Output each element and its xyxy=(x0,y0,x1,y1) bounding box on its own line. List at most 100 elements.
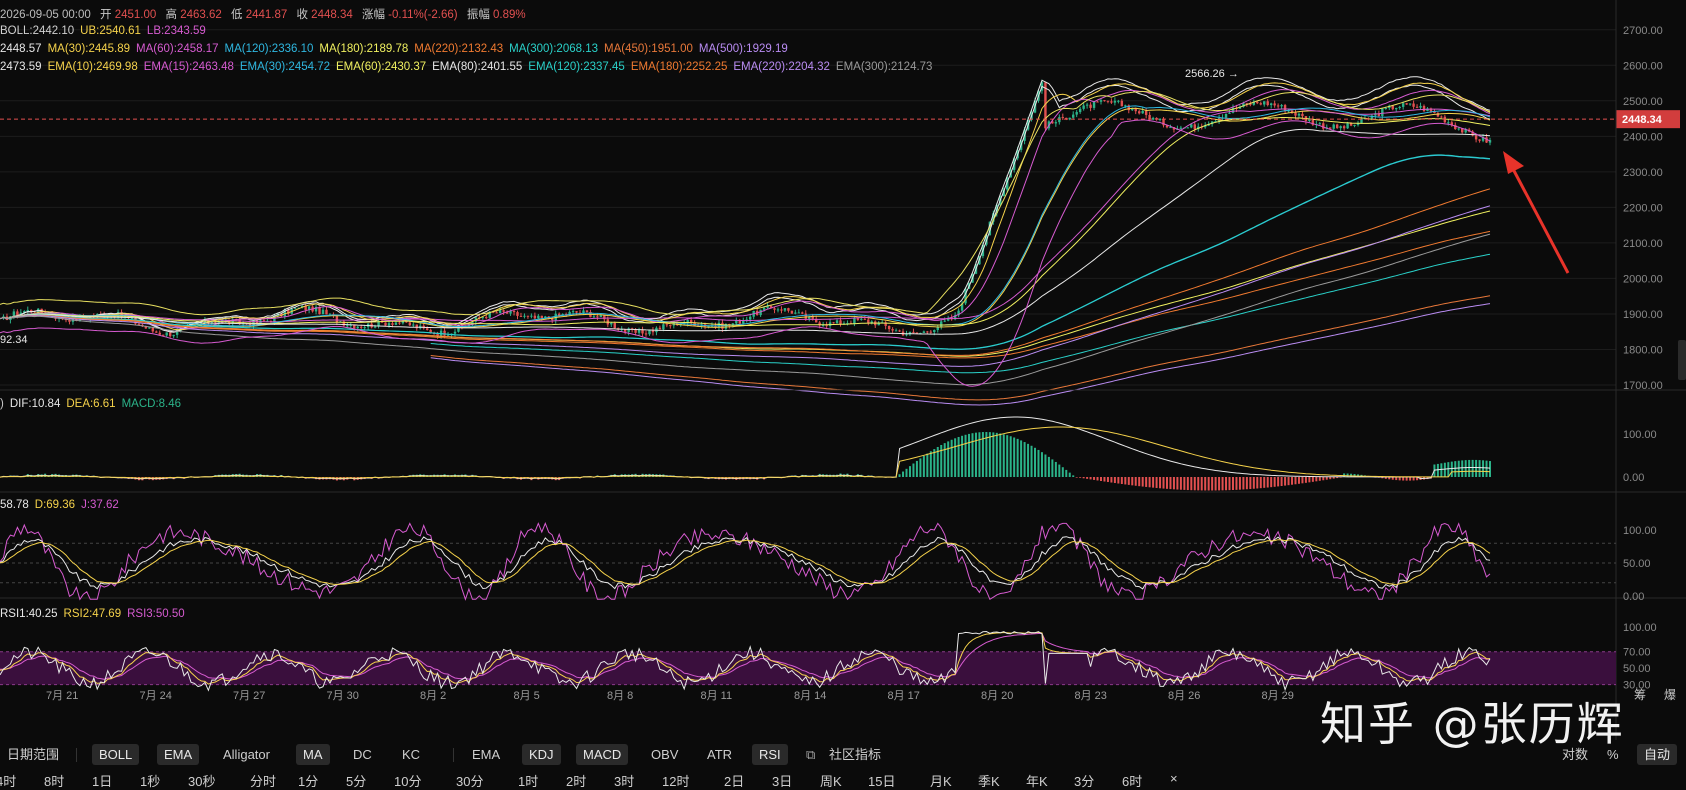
indicator-ema[interactable]: EMA xyxy=(157,744,200,765)
timeframe-item[interactable]: 1秒 xyxy=(140,771,160,790)
timeframe-item[interactable]: 12时 xyxy=(662,771,689,790)
x-tick-label: 7月 27 xyxy=(233,690,265,702)
candle-body xyxy=(1384,108,1388,110)
indicator-kc[interactable]: KC xyxy=(395,744,427,765)
candle-body xyxy=(356,326,359,329)
timeframe-item[interactable]: 15日 xyxy=(868,771,895,790)
timeframe-item[interactable]: 30秒 xyxy=(188,771,215,790)
timeframe-item[interactable]: 分时 xyxy=(250,771,276,790)
candle-body xyxy=(644,333,648,335)
indicator-alligator[interactable]: Alligator xyxy=(216,744,277,765)
kdj-legend-item: J:37.62 xyxy=(81,499,119,511)
candle-body xyxy=(1144,110,1148,115)
timeframe-item[interactable]: 3分 xyxy=(1074,771,1094,790)
timeframe-item[interactable]: 30分 xyxy=(456,771,483,790)
indicator-obv[interactable]: OBV xyxy=(644,744,685,765)
rsi-legend: RSI1:40.25 RSI2:47.69 RSI3:50.50 xyxy=(0,608,191,620)
candle-body xyxy=(610,322,613,325)
candle-body xyxy=(891,329,894,331)
candle-body xyxy=(137,323,141,325)
macd-histogram-bar xyxy=(1054,461,1057,477)
macd-dea-line xyxy=(0,426,1491,479)
ma-legend-item: MA(30):2445.89 xyxy=(47,43,131,55)
candle-body xyxy=(1408,103,1412,105)
x-tick-label: 7月 24 xyxy=(140,690,172,702)
macd-histogram-bar xyxy=(954,438,957,477)
y-tick-label: 2500.00 xyxy=(1623,96,1663,108)
close-icon[interactable]: × xyxy=(1170,771,1178,786)
rsi-legend-item: RSI2:47.69 xyxy=(63,608,122,620)
timeframe-item[interactable]: 3时 xyxy=(614,771,634,790)
macd-histogram-bar xyxy=(971,433,974,477)
candle-body xyxy=(1353,124,1356,126)
ema-legend-item: EMA(80):2401.55 xyxy=(432,61,523,73)
y-tick-label: 2600.00 xyxy=(1623,60,1663,72)
timeframe-item[interactable]: 1日 xyxy=(92,771,112,790)
timeframe-item[interactable]: 1分 xyxy=(298,771,318,790)
y-tick-label: 2000.00 xyxy=(1623,273,1663,285)
macd-histogram-bar xyxy=(908,466,911,477)
indicator-dc[interactable]: DC xyxy=(346,744,379,765)
macd-histogram-bar xyxy=(1086,477,1089,479)
candle-body xyxy=(530,315,533,317)
indicator-kdj[interactable]: KDJ xyxy=(522,744,561,765)
candle-body xyxy=(780,309,783,311)
macd-histogram-bar xyxy=(1287,477,1290,486)
x-tick-label: 8月 8 xyxy=(607,690,633,702)
candle-body xyxy=(516,312,519,316)
candle-body xyxy=(651,330,655,333)
timeframe-item[interactable]: 季K xyxy=(978,771,1000,790)
candle-body xyxy=(787,308,790,311)
macd-histogram-bar xyxy=(1186,477,1189,491)
candle-body xyxy=(412,324,415,326)
candle-body xyxy=(373,326,377,328)
candle-body xyxy=(502,310,505,312)
edit-icon[interactable]: ⧉ xyxy=(804,744,817,765)
macd-histogram-bar xyxy=(1190,477,1193,491)
timeframe-item[interactable]: 8时 xyxy=(44,771,64,790)
candle-body xyxy=(1120,100,1124,107)
auto-scale-toggle[interactable]: 自动 xyxy=(1637,744,1678,765)
ema-line xyxy=(0,105,1491,328)
y-tick-label: 1900.00 xyxy=(1623,309,1663,321)
candle-body xyxy=(1415,106,1419,108)
timeframe-bar: 4时 8时 1日 1秒 30秒 分时 1分 5分 10分 30分 1时 2时 3时 12时 2日 3日 周K 15… xyxy=(0,770,1686,789)
indicator-sub-ema[interactable]: EMA xyxy=(465,744,507,765)
candle-body xyxy=(1137,111,1141,114)
macd-histogram-bar xyxy=(1027,443,1030,477)
timeframe-item[interactable]: 4时 xyxy=(0,771,16,790)
macd-histogram-bar xyxy=(1409,477,1412,481)
percent-scale-toggle[interactable]: % xyxy=(1600,744,1626,765)
chevron-down-icon[interactable]: ▾ xyxy=(50,744,57,765)
timeframe-item[interactable]: 2时 xyxy=(566,771,586,790)
timeframe-item[interactable]: 1时 xyxy=(518,771,538,790)
macd-histogram-bar xyxy=(1197,477,1200,491)
red-arrow-shaft xyxy=(1510,166,1570,274)
timeframe-item[interactable]: 5分 xyxy=(346,771,366,790)
candle-body xyxy=(762,307,766,310)
log-scale-toggle[interactable]: 对数 xyxy=(1555,744,1595,765)
macd-histogram-bar xyxy=(1145,477,1148,487)
candle-body xyxy=(519,315,523,317)
candle-body xyxy=(1405,103,1408,105)
timeframe-item[interactable]: 6时 xyxy=(1122,771,1142,790)
community-indicators-button[interactable]: 社区指标 xyxy=(822,744,888,765)
timeframe-item[interactable]: 2日 xyxy=(724,771,744,790)
indicator-boll[interactable]: BOLL xyxy=(92,744,140,765)
timeframe-item[interactable]: 3日 xyxy=(772,771,792,790)
timeframe-item[interactable]: 周K xyxy=(820,771,842,790)
candle-body xyxy=(662,324,665,330)
indicator-rsi[interactable]: RSI xyxy=(752,744,788,765)
indicator-macd[interactable]: MACD xyxy=(576,744,629,765)
indicator-ma[interactable]: MA xyxy=(296,744,330,765)
timeframe-item[interactable]: 10分 xyxy=(394,771,421,790)
indicator-atr[interactable]: ATR xyxy=(700,744,739,765)
candle-body xyxy=(1269,103,1273,106)
macd-histogram-bar xyxy=(1450,461,1453,477)
macd-histogram-bar xyxy=(1440,463,1443,477)
macd-tick-label: 100.00 xyxy=(1623,429,1657,441)
timeframe-item[interactable]: 年K xyxy=(1026,771,1048,790)
kline-chart[interactable]: 2700.00 2600.00 2500.00 2400.00 2300.00 2200.… xyxy=(0,0,1686,740)
timeframe-item[interactable]: 月K xyxy=(930,771,952,790)
last-price-label: 2448.34 xyxy=(1622,114,1663,126)
